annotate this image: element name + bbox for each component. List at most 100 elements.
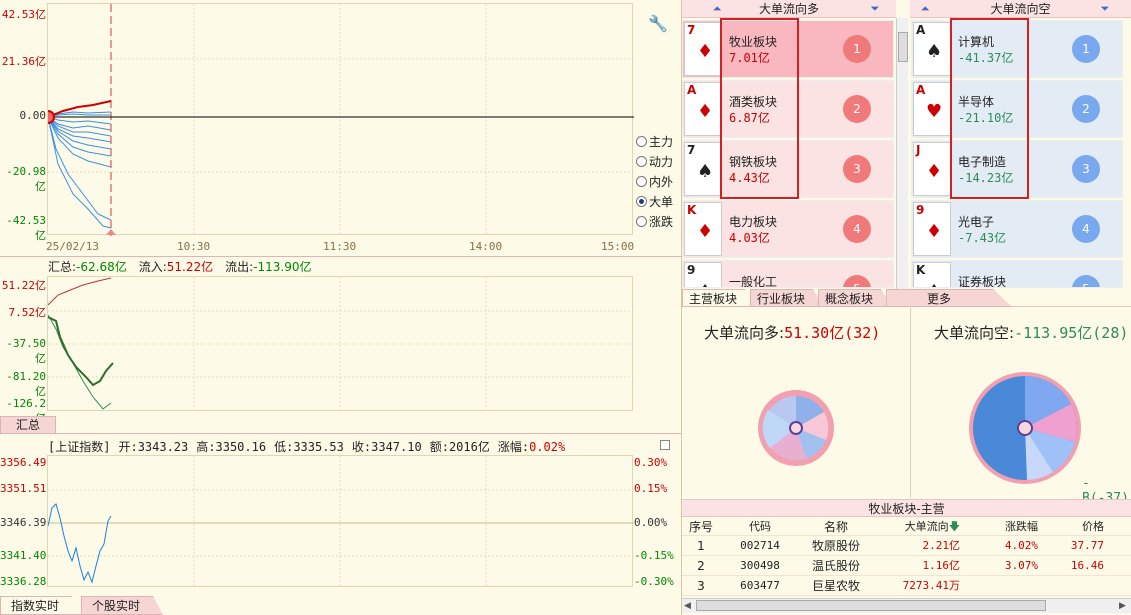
card-suit: ♦	[697, 221, 714, 242]
cell: 温氏股份	[811, 559, 860, 573]
card-rank: J	[916, 143, 921, 157]
cumulative-chart-svg	[47, 277, 634, 412]
col-header[interactable]: 名称	[800, 518, 872, 535]
radio-option-updown[interactable]: 涨跌	[636, 213, 673, 230]
radio-option-main[interactable]: 主力	[636, 133, 673, 150]
tab-more[interactable]: 更多	[886, 289, 1013, 307]
tab-concept-sector[interactable]: 概念板块	[818, 289, 893, 307]
flow-y-label: 7.52亿	[8, 306, 47, 319]
low-value: 3335.53	[293, 440, 344, 454]
x-label: 11:30	[323, 240, 357, 253]
tab-industry-sector[interactable]: 行业板块	[750, 289, 825, 307]
highlight-box	[720, 18, 799, 199]
main-flow-chart[interactable]	[41, 3, 634, 236]
radio-option-power[interactable]: 动力	[636, 153, 673, 170]
cell: 3	[697, 579, 705, 593]
change-label: 涨幅:	[497, 440, 530, 454]
rank-badge: 4	[843, 215, 871, 243]
long-card[interactable]: 9♠ 一般化工 5	[682, 260, 894, 288]
scrollbar-horizontal[interactable]: ◀ ▶	[682, 598, 1131, 613]
short-pie-chart[interactable]	[967, 370, 1083, 486]
tab-summary[interactable]: 汇总	[0, 416, 56, 434]
table-row[interactable]: 2 300498 温氏股份 1.16亿 3.07% 16.46	[682, 556, 1131, 576]
long-stat-label: 大单流向多:	[704, 324, 785, 342]
card-rank: 7	[687, 23, 696, 37]
inflow-value: 51.22亿	[166, 260, 214, 274]
rank-badge: 2	[1072, 95, 1100, 123]
cell: 3.07%	[1004, 559, 1038, 572]
card-suit: ♠	[697, 161, 714, 182]
scroll-right-icon[interactable]: ▶	[1119, 601, 1126, 611]
playing-card-icon: A ♠	[913, 22, 951, 76]
outflow-value: -113.90亿	[253, 260, 312, 274]
col-header-label: 大单流向	[904, 520, 949, 533]
table-header: 序号 代码 名称 大单流向🡇 涨跌幅 价格	[682, 518, 1131, 536]
index-chart[interactable]	[47, 455, 634, 588]
col-header[interactable]: 涨跌幅	[962, 518, 1038, 535]
table-row[interactable]: 3 603477 巨星农牧 7273.41万	[682, 576, 1131, 596]
rank-badge: 2	[843, 95, 871, 123]
radio-label: 主力	[649, 135, 674, 149]
scrollbar-thumb[interactable]	[696, 600, 1046, 611]
table-title: 牧业板块-主营	[682, 499, 1131, 517]
tab-stock-realtime[interactable]: 个股实时	[81, 596, 164, 615]
card-rank: A	[687, 83, 697, 97]
rank-badge: 5	[843, 275, 871, 287]
cell	[1038, 576, 1108, 595]
high-value: 3350.16	[215, 440, 267, 454]
radio-icon	[636, 176, 647, 187]
radio-option-bigorder[interactable]: 大单	[636, 193, 673, 210]
radio-label: 内外	[649, 175, 674, 189]
cell: 603477	[740, 579, 780, 592]
flow-y-label: -81.20亿	[6, 370, 46, 398]
scroll-left-icon[interactable]: ◀	[684, 601, 691, 611]
card-suit: ♠	[926, 41, 943, 62]
radio-option-inout[interactable]: 内外	[636, 173, 673, 190]
amount-value: 2016亿	[448, 440, 490, 454]
y-label-bottom: -42.53亿	[6, 214, 46, 242]
collapse-up-icon[interactable]: ⏶	[710, 2, 724, 16]
stock-table: 序号 代码 名称 大单流向🡇 涨跌幅 价格 1 002714 牧原股份 2.21…	[682, 518, 1131, 596]
col-header[interactable]: 价格	[1038, 518, 1108, 535]
pct-label: 0.15%	[634, 482, 668, 495]
scrollbar-thumb[interactable]	[898, 32, 908, 62]
col-header-sorted[interactable]: 大单流向🡇	[872, 518, 962, 535]
card-rank: A	[916, 83, 926, 97]
cumulative-flow-chart[interactable]	[47, 276, 634, 412]
pct-label: -0.15%	[634, 549, 674, 562]
tab-main-sector[interactable]: 主营板块	[682, 289, 757, 307]
y-label: 0.00	[19, 109, 47, 122]
index-y-label: 3341.40	[0, 549, 47, 562]
short-stat-label: 大单流向空:	[934, 324, 1015, 342]
radio-label: 涨跌	[649, 215, 674, 229]
sector-name: 一般化工	[729, 275, 778, 288]
expand-icon[interactable]	[660, 440, 670, 450]
collapse-down-icon[interactable]: ⏷	[868, 2, 882, 16]
scrollbar-vertical[interactable]	[896, 18, 908, 289]
col-header[interactable]: 序号	[682, 518, 720, 535]
summary-value: -62.68亿	[76, 260, 127, 274]
sort-down-icon: 🡇	[948, 520, 960, 533]
playing-card-icon: 9♠	[684, 262, 722, 287]
radio-icon	[636, 216, 647, 227]
card-suit: ♦	[926, 221, 943, 242]
table-row[interactable]: 1 002714 牧原股份 2.21亿 4.02% 37.77	[682, 536, 1131, 556]
short-card[interactable]: 9 ♦ 光电子 -7.43亿 4	[911, 200, 1123, 258]
outflow-label: 流出:	[225, 260, 254, 274]
short-card[interactable]: K♠ 证券板块 5	[911, 260, 1123, 288]
time-marker-icon	[106, 229, 116, 235]
long-card[interactable]: K ♦ 电力板块 4.03亿 4	[682, 200, 894, 258]
long-pie-chart[interactable]	[756, 388, 836, 468]
playing-card-icon: K ♦	[684, 202, 722, 256]
collapse-down-icon[interactable]: ⏷	[1098, 2, 1112, 16]
amount-label: 额:	[429, 440, 449, 454]
short-stat: 大单流向空:-113.95亿(28)	[934, 322, 1131, 343]
wrench-icon[interactable]: 🔧	[648, 14, 668, 33]
collapse-up-icon[interactable]: ⏶	[918, 2, 932, 16]
cell: 002714	[740, 539, 780, 552]
sector-name: 光电子	[958, 215, 995, 229]
col-header[interactable]: 代码	[720, 518, 800, 535]
radio-label: 大单	[649, 195, 674, 209]
open-label: 开:	[118, 440, 138, 454]
tab-index-realtime[interactable]: 指数实时	[0, 596, 83, 615]
